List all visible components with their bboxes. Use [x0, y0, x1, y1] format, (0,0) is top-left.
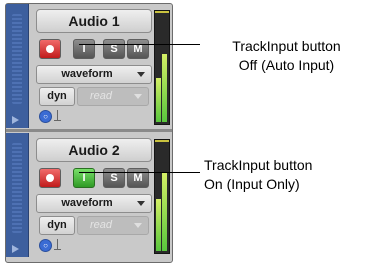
meter-fill: [162, 172, 167, 251]
track-drag-grip[interactable]: [12, 14, 22, 104]
mute-button[interactable]: M: [127, 39, 149, 59]
meter-channel-right: [162, 13, 167, 122]
track-name-button[interactable]: Audio 2: [36, 138, 152, 162]
solo-button[interactable]: S: [103, 39, 125, 59]
record-enable-button[interactable]: [39, 168, 61, 188]
meter-channel-right: [162, 142, 167, 251]
automation-mode-selector[interactable]: read: [77, 87, 149, 106]
track-divider: [6, 129, 172, 132]
automation-mode-value: read: [90, 90, 113, 102]
dropdown-arrow-icon: [134, 223, 142, 228]
meter-fill: [162, 54, 167, 122]
callout-title: TrackInput button: [204, 157, 313, 173]
callout-line-input-off: [79, 44, 200, 45]
callout-detail: On (Input Only): [204, 176, 300, 192]
timebase-icon-base: [54, 249, 61, 250]
timebase-icon-base: [54, 120, 61, 121]
callout-detail: Off (Auto Input): [238, 57, 335, 73]
expand-triangle-icon[interactable]: [12, 245, 19, 253]
automation-mode-value: read: [90, 219, 113, 231]
timebase-icon: [57, 110, 58, 120]
track-color-strip[interactable]: [6, 4, 29, 128]
track-color-strip[interactable]: [6, 133, 29, 257]
track-drag-grip[interactable]: [12, 143, 22, 233]
track-list-panel: Audio 1 I S M waveform dyn read ○ Audio …: [5, 3, 173, 263]
track-view-selector[interactable]: waveform: [36, 194, 152, 213]
dropdown-arrow-icon: [134, 94, 142, 99]
record-dot-icon: [46, 174, 54, 182]
track-audio-1: Audio 1 I S M waveform dyn read ○: [6, 4, 172, 128]
dyn-button[interactable]: dyn: [39, 87, 75, 106]
track-view-selector[interactable]: waveform: [36, 65, 152, 84]
track-audio-2: Audio 2 I S M waveform dyn read ○: [6, 133, 172, 257]
callout-label-input-on: TrackInput button On (Input Only): [204, 156, 369, 194]
clip-indicator: [155, 140, 169, 142]
track-input-button[interactable]: I: [73, 39, 95, 59]
clip-indicator: [155, 11, 169, 13]
track-name-button[interactable]: Audio 1: [36, 9, 152, 33]
meter-fill: [156, 198, 161, 251]
solo-button[interactable]: S: [103, 168, 125, 188]
level-meter: [154, 139, 170, 254]
record-dot-icon: [46, 45, 54, 53]
track-view-value: waveform: [61, 197, 113, 209]
expand-triangle-icon[interactable]: [12, 116, 19, 124]
timebase-icon: [57, 239, 58, 249]
record-enable-button[interactable]: [39, 39, 61, 59]
dropdown-arrow-icon: [137, 72, 145, 77]
meter-channel-left: [156, 142, 161, 251]
dyn-button[interactable]: dyn: [39, 216, 75, 235]
dropdown-arrow-icon: [137, 201, 145, 206]
compensation-icon[interactable]: ○: [39, 239, 52, 252]
mute-button[interactable]: M: [127, 168, 149, 188]
automation-mode-selector[interactable]: read: [77, 216, 149, 235]
track-view-value: waveform: [61, 68, 113, 80]
callout-label-input-off: TrackInput button Off (Auto Input): [204, 37, 369, 75]
track-input-button[interactable]: I: [73, 168, 95, 188]
level-meter: [154, 10, 170, 125]
compensation-icon[interactable]: ○: [39, 110, 52, 123]
meter-fill: [156, 78, 161, 122]
callout-title: TrackInput button: [232, 38, 341, 54]
meter-channel-left: [156, 13, 161, 122]
callout-line-input-on: [79, 172, 200, 173]
